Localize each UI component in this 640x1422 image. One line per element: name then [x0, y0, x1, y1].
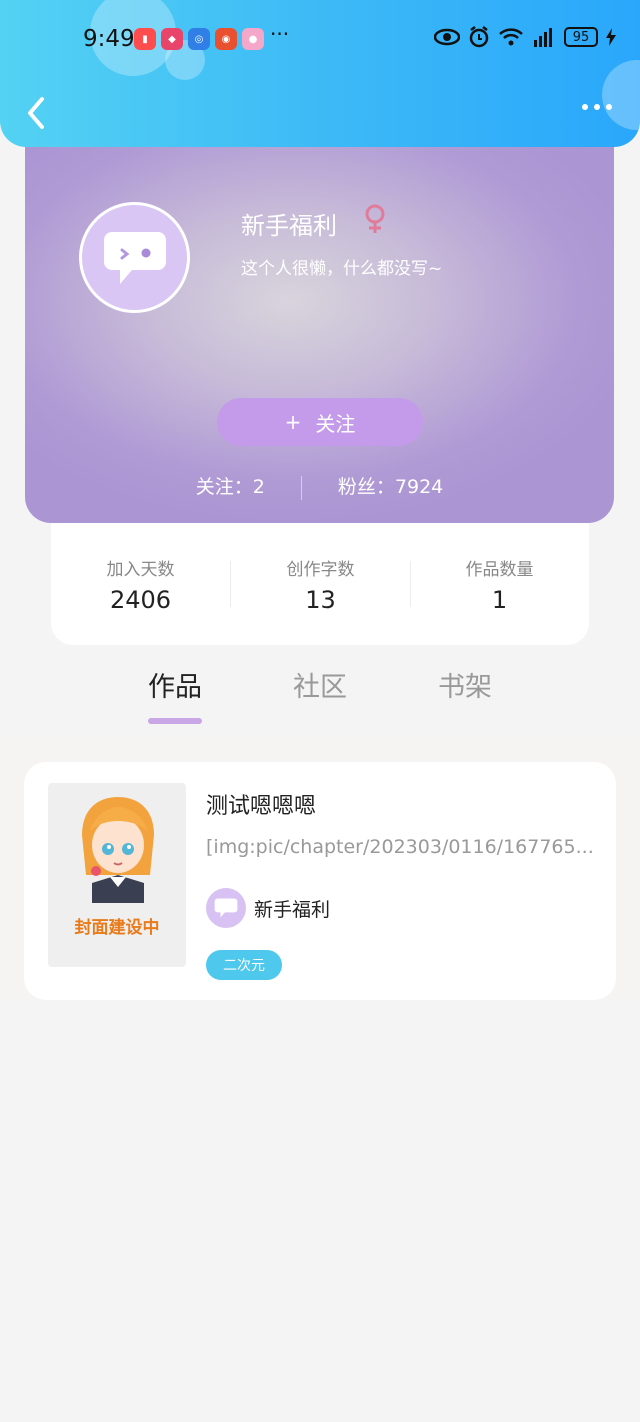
- follow-stats: 关注：2 粉丝：7924: [25, 472, 614, 500]
- tab-bookshelf[interactable]: 书架: [405, 665, 525, 724]
- genre-tag[interactable]: 二次元: [206, 950, 282, 980]
- following-count: 2: [252, 476, 265, 498]
- stat-value: 13: [305, 586, 336, 614]
- gallery-icon: ●: [242, 28, 264, 50]
- work-card[interactable]: 封面建设中 测试嗯嗯嗯 [img:pic/chapter/202303/0116…: [24, 762, 616, 1000]
- tab-community[interactable]: 社区: [260, 665, 380, 724]
- fans-label: 粉丝：: [337, 476, 395, 498]
- stat-label: 创作字数: [286, 560, 355, 580]
- following-stat[interactable]: 关注：2: [196, 476, 265, 498]
- stat-works-count: 作品数量 1: [410, 555, 589, 614]
- tab-label: 社区: [293, 672, 347, 703]
- follow-button-label: 关注: [315, 411, 356, 436]
- decor-bubble: [602, 60, 640, 130]
- follow-button[interactable]: + 关注: [217, 398, 423, 446]
- work-excerpt: [img:pic/chapter/202303/0116/167765...: [206, 836, 594, 858]
- battery-indicator: 95: [564, 27, 598, 47]
- anime-girl-cover-icon: [82, 797, 154, 903]
- fans-stat[interactable]: 粉丝：7924: [338, 476, 443, 498]
- tab-indicator: [438, 718, 492, 724]
- status-bar: 9:49 ▮ ◆ ◎ ◉ ● ··· 95: [0, 22, 640, 58]
- stat-value: 1: [491, 586, 508, 614]
- shopping-app-icon: ◆: [161, 28, 183, 50]
- chat-bubble-avatar-icon: [214, 898, 238, 918]
- cover-placeholder-text: 封面建设中: [74, 918, 160, 938]
- notification-icons: ▮ ◆ ◎ ◉ ●: [134, 28, 264, 50]
- red-book-icon: ▮: [134, 28, 156, 50]
- work-cover[interactable]: 封面建设中: [48, 783, 186, 967]
- female-gender-icon: [365, 204, 385, 233]
- stat-label: 加入天数: [106, 560, 175, 580]
- work-title[interactable]: 测试嗯嗯嗯: [206, 788, 316, 820]
- fans-count: 7924: [394, 476, 444, 498]
- tab-label: 作品: [148, 672, 202, 703]
- status-time: 9:49: [83, 26, 135, 52]
- divider: [300, 475, 302, 500]
- profile-bio: 这个人很懒，什么都没写~: [241, 259, 443, 279]
- avatar[interactable]: [79, 202, 190, 313]
- plus-icon: +: [284, 410, 302, 434]
- back-button[interactable]: [20, 93, 52, 133]
- more-notifications-icon: ···: [270, 22, 290, 46]
- stat-label: 作品数量: [465, 560, 534, 580]
- author-name: 新手福利: [254, 898, 331, 921]
- stats-card: 加入天数 2406 创作字数 13 作品数量 1: [51, 505, 589, 645]
- stat-value: 2406: [109, 586, 172, 614]
- top-header: 9:49 ▮ ◆ ◎ ◉ ● ··· 95: [0, 0, 640, 147]
- author-row[interactable]: 新手福利: [206, 888, 330, 928]
- charging-icon: [606, 28, 616, 46]
- profile-card: 新手福利 这个人很懒，什么都没写~ + 关注 关注：2 粉丝：7924: [25, 120, 614, 523]
- eye-icon: [434, 28, 460, 46]
- tab-works[interactable]: 作品: [115, 665, 235, 724]
- content-tabs: 作品 社区 书架: [0, 660, 640, 735]
- signal-icon: [534, 28, 552, 47]
- wifi-icon: [499, 28, 523, 46]
- following-label: 关注：: [195, 476, 253, 498]
- dangdang-icon: ◉: [215, 28, 237, 50]
- tab-indicator: [148, 718, 202, 724]
- stat-join-days: 加入天数 2406: [51, 555, 230, 614]
- alarm-icon: [469, 26, 489, 48]
- chat-bubble-avatar-icon: [103, 231, 166, 284]
- tab-label: 书架: [438, 672, 492, 703]
- more-options-button[interactable]: [582, 104, 612, 110]
- browser-icon: ◎: [188, 28, 210, 50]
- profile-name: 新手福利: [241, 212, 337, 240]
- system-status: 95: [434, 26, 616, 48]
- stat-word-count: 创作字数 13: [231, 555, 410, 614]
- author-avatar: [206, 888, 246, 928]
- tab-indicator: [293, 718, 347, 724]
